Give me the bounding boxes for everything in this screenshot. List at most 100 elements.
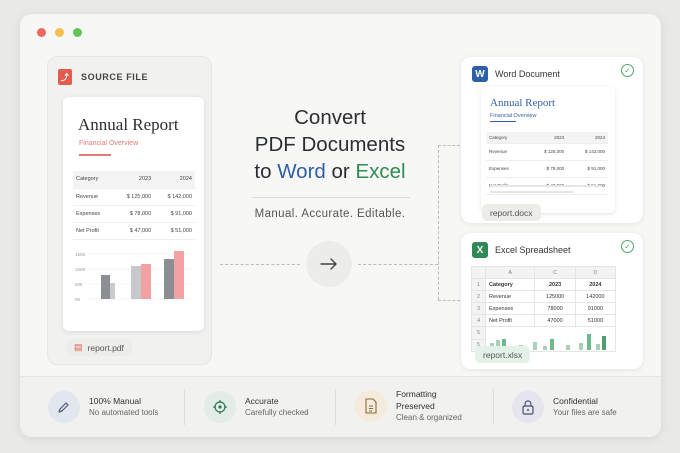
tick-label: 0K <box>75 297 81 302</box>
lock-icon <box>512 391 544 423</box>
td: $ 78,000 <box>526 160 568 178</box>
bar <box>110 283 115 299</box>
hero-to: to <box>254 160 272 183</box>
hero-excel: Excel <box>355 160 406 183</box>
feature-title: Formatting <box>396 389 437 399</box>
xlsx-file-name: report.xlsx <box>483 349 523 360</box>
cell[interactable]: Revenue <box>484 290 536 303</box>
hero-word: Word <box>277 160 326 183</box>
docx-file-pill[interactable]: report.docx <box>482 204 541 221</box>
row-header: 2 <box>471 290 486 303</box>
pencil-icon <box>48 391 80 423</box>
feature-subtitle: Clean & organized <box>396 413 462 422</box>
bar <box>101 275 110 299</box>
source-file-panel: ⤴ SOURCE FILE Annual Report Financial Ov… <box>47 56 212 365</box>
connector-branch <box>438 145 439 300</box>
feature-manual: 100% Manual No automated tools <box>48 391 158 423</box>
pdf-bar-chart: 150K 100K 50K 0K <box>75 251 193 302</box>
check-icon: ✓ <box>621 64 634 77</box>
word-doc-subtitle: Financial Overview <box>490 113 537 119</box>
td: $ 125,000 <box>113 188 155 206</box>
bar <box>533 342 537 350</box>
cell[interactable]: 51000 <box>574 314 617 327</box>
td: $ 91,000 <box>567 160 608 178</box>
text-line <box>490 185 602 187</box>
td: $ 91,000 <box>154 205 195 223</box>
bar <box>566 345 570 350</box>
doc-title: Annual Report <box>78 115 179 134</box>
hero-line2: PDF Documents <box>254 133 406 156</box>
text-line <box>490 191 574 193</box>
hero-line3: to Word or Excel <box>230 158 430 185</box>
doc-underline <box>79 154 111 156</box>
bar <box>587 334 591 350</box>
docx-file-name: report.docx <box>490 207 533 218</box>
feature-formatting: Formatting Preserved Clean & organized <box>355 388 462 424</box>
cell[interactable]: 2023 <box>534 278 576 291</box>
td: Revenue <box>486 143 527 161</box>
feature-title: Accurate <box>245 396 279 406</box>
bar <box>131 266 141 299</box>
target-icon <box>204 391 236 423</box>
td: Expenses <box>73 205 114 223</box>
convert-arrow-button[interactable] <box>306 241 352 287</box>
main-window: ⤴ SOURCE FILE Annual Report Financial Ov… <box>20 14 661 437</box>
pdf-document-preview: Annual Report Financial Overview Categor… <box>63 97 204 331</box>
th: 2023 <box>113 171 155 189</box>
th: Category <box>73 171 114 189</box>
cell[interactable]: 91000 <box>574 302 617 315</box>
pdf-file-icon: ▤ <box>74 342 83 352</box>
cell[interactable]: 78000 <box>534 302 576 315</box>
th: 2023 <box>526 132 568 144</box>
cell[interactable]: 142000 <box>574 290 617 303</box>
word-document-preview: Annual Report Financial Overview Categor… <box>481 87 615 213</box>
maximize-dot[interactable] <box>73 28 82 37</box>
cell[interactable]: 125000 <box>534 290 576 303</box>
col-header: D <box>574 266 617 279</box>
bar <box>543 346 547 350</box>
source-label: SOURCE FILE <box>81 72 149 82</box>
td: $ 125,000 <box>526 143 568 161</box>
cell[interactable]: Expenses <box>484 302 536 315</box>
divider <box>335 389 336 425</box>
cell[interactable]: 2024 <box>574 278 617 291</box>
corner-cell <box>471 266 486 279</box>
cell[interactable]: Net Profit <box>484 314 536 327</box>
feature-title-line2: Preserved <box>396 401 435 411</box>
td: $ 47,000 <box>113 222 155 240</box>
word-label: Word Document <box>495 69 560 79</box>
word-output-panel: W Word Document ✓ Annual Report Financia… <box>461 57 643 223</box>
pdf-file-name: report.pdf <box>87 342 124 353</box>
source-header: ⤴ SOURCE FILE <box>58 69 148 85</box>
col-header: A <box>484 266 536 279</box>
feature-subtitle: Carefully checked <box>245 408 309 417</box>
close-dot[interactable] <box>37 28 46 37</box>
col-header: C <box>534 266 576 279</box>
connector-left <box>220 264 300 265</box>
td: Revenue <box>73 188 114 206</box>
row-header: 3 <box>471 302 486 315</box>
connector-excel <box>438 300 460 301</box>
excel-sheet: A C D 1 Category 2023 2024 2 Revenue 125… <box>471 266 617 352</box>
divider <box>493 389 494 425</box>
pdf-file-pill[interactable]: ▤ report.pdf <box>66 339 132 356</box>
cell[interactable]: 47000 <box>534 314 576 327</box>
xlsx-file-pill[interactable]: report.xlsx <box>475 346 531 363</box>
td: $ 51,000 <box>154 222 195 240</box>
bar <box>550 339 554 350</box>
word-doc-underline <box>490 121 516 122</box>
minimize-dot[interactable] <box>55 28 64 37</box>
feature-title: 100% Manual <box>89 396 141 406</box>
pdf-icon: ⤴ <box>58 69 72 85</box>
th: 2024 <box>154 171 195 189</box>
row-header: 1 <box>471 278 486 291</box>
td: $ 78,000 <box>113 205 155 223</box>
cell[interactable]: Category <box>484 278 536 291</box>
bar <box>164 259 174 299</box>
pdf-table: Category 2023 2024 Revenue $ 125,000 $ 142… <box>73 171 195 240</box>
tick-label: 50K <box>75 282 83 287</box>
bar <box>579 343 583 350</box>
word-icon: W <box>472 66 488 82</box>
connector-word <box>438 145 460 146</box>
td: Expenses <box>486 160 527 178</box>
